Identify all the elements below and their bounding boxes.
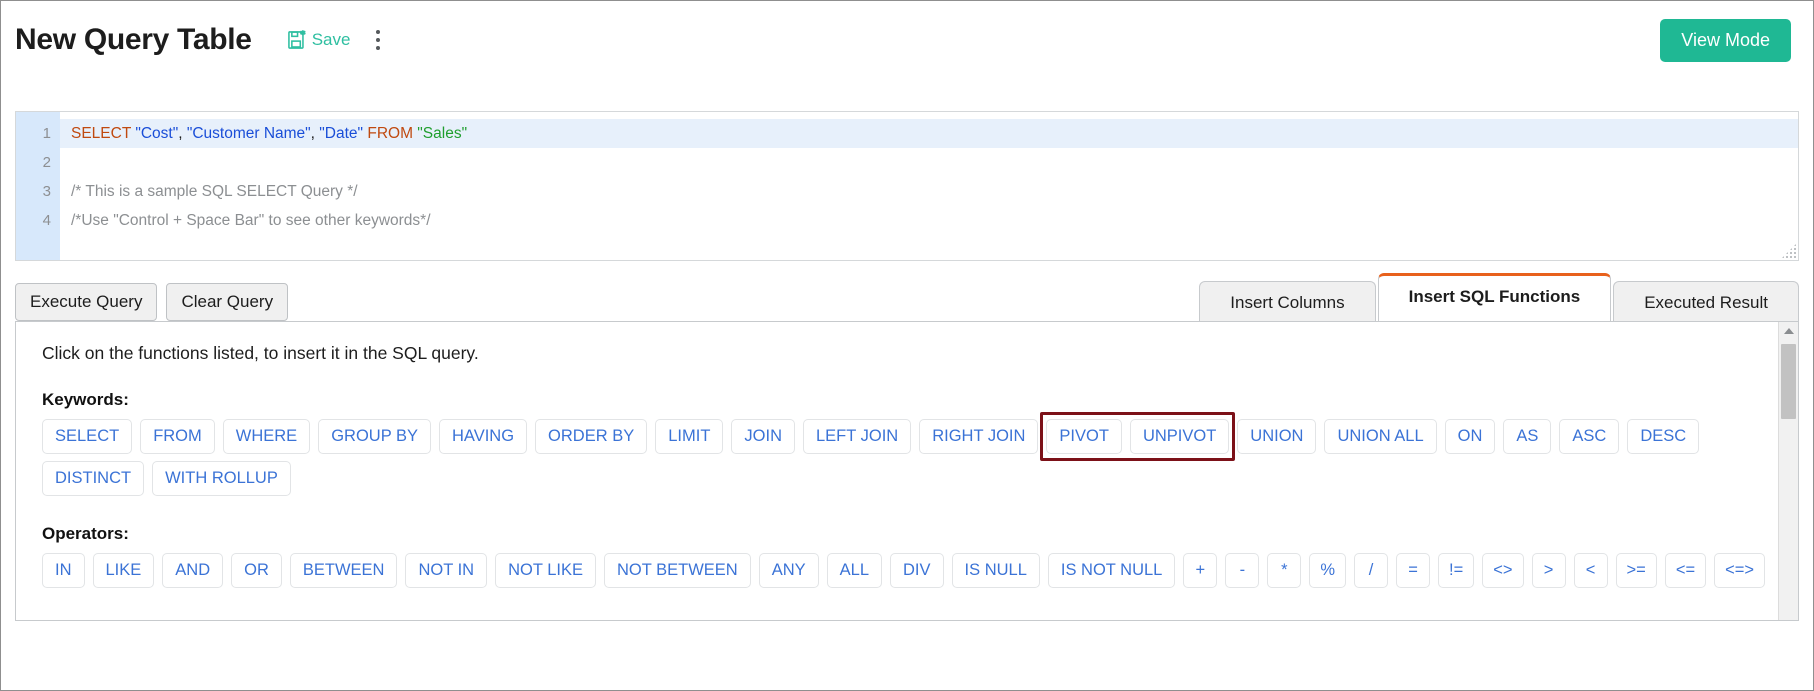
- keyword-chip-as[interactable]: AS: [1503, 419, 1552, 454]
- scroll-up-arrow-icon[interactable]: [1779, 322, 1798, 340]
- operator-chip-not-in[interactable]: NOT IN: [405, 552, 488, 588]
- kebab-dot: [376, 46, 381, 50]
- sql-token-keyword: FROM: [367, 125, 418, 142]
- operator-chip-[interactable]: -: [1225, 552, 1260, 588]
- sql-token-column: "Cost": [135, 125, 179, 142]
- action-row: Execute Query Clear Query Insert Columns…: [15, 273, 1799, 324]
- operator-chip-[interactable]: >: [1531, 552, 1566, 588]
- keyword-chip-where[interactable]: WHERE: [222, 419, 311, 454]
- operator-chip-[interactable]: <=: [1664, 552, 1707, 588]
- keyword-chip-on[interactable]: ON: [1444, 419, 1496, 454]
- operator-chip-[interactable]: !=: [1438, 552, 1475, 588]
- save-label: Save: [311, 30, 351, 49]
- sql-token-table: "Sales": [417, 125, 468, 142]
- keyword-chip-having[interactable]: HAVING: [439, 419, 528, 454]
- keyword-chip-unpivot[interactable]: UNPIVOT: [1129, 419, 1230, 454]
- operator-chip-[interactable]: /: [1354, 552, 1389, 588]
- keyword-chip-desc[interactable]: DESC: [1627, 419, 1700, 454]
- line-number: 3: [42, 183, 51, 200]
- operator-chip-is-null[interactable]: IS NULL: [951, 552, 1040, 588]
- panel-scrollbar[interactable]: [1778, 322, 1798, 620]
- operator-chip-all[interactable]: ALL: [826, 552, 882, 588]
- window-bottom-edge: [1, 684, 1813, 690]
- sql-token-punct: ,: [178, 125, 187, 142]
- panel-hint-text: Click on the functions listed, to insert…: [42, 343, 479, 363]
- scrollbar-thumb[interactable]: [1781, 344, 1796, 419]
- operator-chip-[interactable]: =: [1396, 552, 1431, 588]
- operators-chip-list: IN LIKE AND OR BETWEEN NOT IN NOT LIKE NOT BETW…: [42, 552, 1774, 588]
- operator-chip-[interactable]: <>: [1482, 552, 1524, 588]
- sql-editor[interactable]: 1 2 3 4 SELECT "Cost", "Customer Name", "Da…: [15, 111, 1799, 261]
- sql-token-column: "Date": [319, 125, 364, 142]
- operator-chip-div[interactable]: DIV: [890, 552, 944, 588]
- operator-chip-[interactable]: >=: [1615, 552, 1657, 588]
- operator-chip-[interactable]: %: [1309, 552, 1347, 588]
- line-number: 4: [42, 212, 51, 229]
- tab-executed-result[interactable]: Executed Result: [1613, 281, 1799, 324]
- keyword-chip-limit[interactable]: LIMIT: [655, 419, 724, 454]
- operator-chip-like[interactable]: LIKE: [92, 552, 155, 588]
- panel-tabs: Insert Columns Insert SQL Functions Execut…: [1199, 273, 1799, 324]
- sql-token-comment: /* This is a sample SQL SELECT Query */: [71, 183, 358, 200]
- save-button[interactable]: Save: [286, 28, 351, 52]
- keyword-chip-right-join[interactable]: RIGHT JOIN: [919, 419, 1039, 454]
- page-header: New Query Table Save View Mode: [1, 1, 1813, 79]
- page-title: New Query Table: [15, 23, 252, 56]
- view-mode-button[interactable]: View Mode: [1660, 18, 1791, 62]
- keyword-chip-with-rollup[interactable]: WITH ROLLUP: [152, 460, 291, 496]
- line-number: 1: [42, 125, 51, 142]
- keywords-section-title: Keywords:: [42, 390, 129, 409]
- clear-query-button[interactable]: Clear Query: [166, 283, 289, 321]
- kebab-dot: [376, 38, 381, 42]
- keyword-chip-order-by[interactable]: ORDER BY: [535, 419, 648, 454]
- keyword-chip-from[interactable]: FROM: [140, 419, 215, 454]
- insert-sql-functions-panel: Click on the functions listed, to insert…: [15, 321, 1799, 621]
- keyword-chip-group-by[interactable]: GROUP BY: [318, 419, 431, 454]
- sql-code-area[interactable]: SELECT "Cost", "Customer Name", "Date" F…: [60, 112, 1798, 260]
- panel-content: Click on the functions listed, to insert…: [16, 322, 1798, 598]
- keyword-chip-union[interactable]: UNION: [1237, 419, 1317, 454]
- operators-section-title: Operators:: [42, 523, 129, 543]
- operator-chip-[interactable]: <=>: [1714, 552, 1766, 588]
- code-line[interactable]: /* This is a sample SQL SELECT Query */: [60, 177, 1798, 206]
- sql-token-keyword: SELECT: [71, 125, 136, 142]
- keyword-chip-select[interactable]: SELECT: [42, 419, 133, 454]
- operator-chip-or[interactable]: OR: [231, 552, 282, 588]
- sql-token-punct: ,: [310, 125, 320, 142]
- kebab-dot: [376, 30, 381, 34]
- tab-insert-sql-functions[interactable]: Insert SQL Functions: [1377, 273, 1612, 321]
- more-options-vertical-icon[interactable]: [368, 27, 388, 53]
- code-line[interactable]: SELECT "Cost", "Customer Name", "Date" F…: [60, 119, 1798, 148]
- sql-token-comment: /*Use "Control + Space Bar" to see other…: [71, 212, 431, 229]
- line-number: 2: [42, 154, 51, 171]
- tab-insert-columns[interactable]: Insert Columns: [1199, 281, 1376, 324]
- sql-token-column: "Customer Name": [186, 125, 311, 142]
- keyword-chip-left-join[interactable]: LEFT JOIN: [803, 419, 912, 454]
- operator-chip-between[interactable]: BETWEEN: [289, 552, 398, 588]
- operator-chip-and[interactable]: AND: [162, 552, 224, 588]
- operator-chip-[interactable]: <: [1573, 552, 1608, 588]
- query-table-window: New Query Table Save View Mode 1234 SELE…: [0, 0, 1814, 691]
- operator-chip-not-between[interactable]: NOT BETWEEN: [603, 552, 751, 588]
- keyword-chip-pivot[interactable]: PIVOT: [1046, 419, 1122, 454]
- operator-chip-is-not-null[interactable]: IS NOT NULL: [1047, 552, 1176, 588]
- operator-chip-[interactable]: *: [1267, 552, 1302, 588]
- operator-chip-[interactable]: +: [1183, 552, 1218, 588]
- keywords-chip-list: SELECT FROM WHERE GROUP BY HAVING ORDER BY LIM…: [42, 412, 1774, 496]
- keyword-chip-asc[interactable]: ASC: [1559, 419, 1620, 454]
- keyword-chip-union-all[interactable]: UNION ALL: [1324, 419, 1437, 454]
- operator-chip-not-like[interactable]: NOT LIKE: [495, 552, 596, 588]
- execute-query-button[interactable]: Execute Query: [15, 283, 158, 321]
- line-number-gutter: 1 2 3 4: [16, 112, 60, 260]
- floppy-disk-star-icon: [286, 28, 308, 52]
- sql-editor-body[interactable]: 1 2 3 4 SELECT "Cost", "Customer Name", "Da…: [16, 112, 1798, 260]
- code-line[interactable]: [60, 148, 1798, 177]
- operator-chip-in[interactable]: IN: [42, 552, 85, 588]
- operator-chip-any[interactable]: ANY: [758, 552, 819, 588]
- keyword-chip-join[interactable]: JOIN: [731, 419, 795, 454]
- keyword-chip-distinct[interactable]: DISTINCT: [42, 460, 145, 496]
- code-line[interactable]: /*Use "Control + Space Bar" to see other…: [60, 206, 1798, 235]
